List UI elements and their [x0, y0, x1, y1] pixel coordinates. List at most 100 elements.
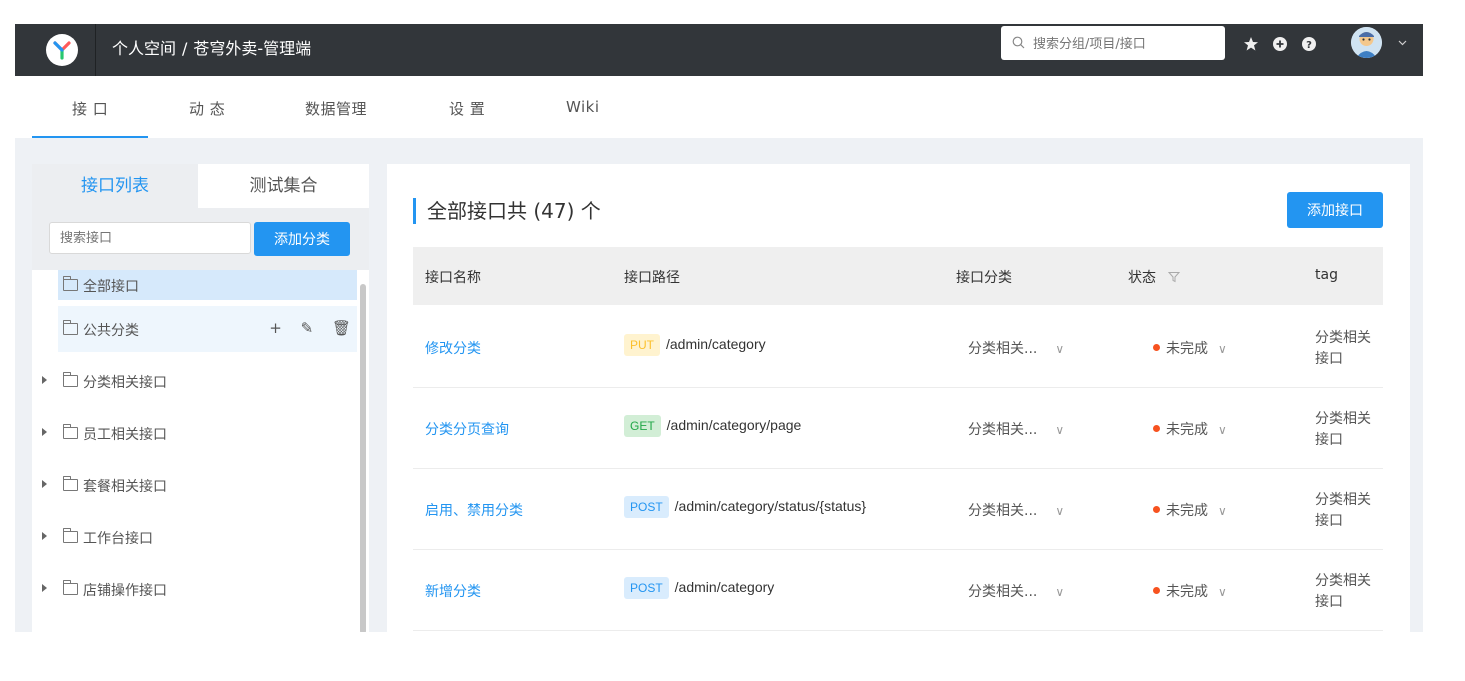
interface-path: POST/admin/category/status/{status} — [624, 496, 866, 518]
avatar[interactable] — [1351, 27, 1382, 58]
category-select[interactable]: 分类相关... ∨ — [968, 500, 1064, 520]
folder-icon — [63, 580, 78, 595]
add-icon[interactable]: + — [269, 319, 282, 337]
filter-icon[interactable] — [1168, 271, 1181, 283]
interface-name-link[interactable]: 新增分类 — [425, 581, 481, 601]
sidebar-scrollbar[interactable] — [360, 284, 366, 632]
method-badge: GET — [624, 415, 661, 437]
status-select[interactable]: 未完成 ∨ — [1153, 581, 1227, 601]
caret-right-icon[interactable] — [42, 480, 47, 488]
tab-activity[interactable]: 动 态 — [189, 98, 225, 119]
logo-icon — [53, 41, 71, 60]
page-title: 全部接口共 (47) 个 — [427, 199, 601, 223]
folder-icon — [63, 476, 78, 491]
tag-line: 分类相关 — [1315, 411, 1371, 427]
status-value: 未完成 — [1166, 584, 1208, 600]
status-dot — [1153, 587, 1160, 594]
tree-item-label: 公共分类 — [83, 323, 139, 339]
path-text: /admin/category — [666, 336, 766, 352]
tag-line: 接口 — [1315, 432, 1343, 448]
breadcrumb-project[interactable]: 苍穹外卖-管理端 — [193, 38, 311, 60]
tab-settings[interactable]: 设 置 — [449, 98, 485, 119]
breadcrumb-separator: / — [182, 39, 188, 58]
global-search[interactable] — [1001, 26, 1225, 60]
global-search-input[interactable] — [1031, 32, 1220, 56]
tag-line: 分类相关 — [1315, 573, 1371, 589]
interface-name-link[interactable]: 分类分页查询 — [425, 419, 509, 439]
column-header-tag[interactable]: tag — [1315, 267, 1338, 283]
chevron-down-icon[interactable] — [1398, 40, 1407, 46]
star-icon[interactable] — [1243, 36, 1259, 52]
add-category-button[interactable]: 添加分类 — [254, 222, 350, 256]
chevron-down-icon: ∨ — [1055, 342, 1065, 356]
caret-right-icon[interactable] — [42, 584, 47, 592]
column-header-status-label[interactable]: 状态 — [1128, 270, 1156, 286]
tab-interface-list[interactable]: 接口列表 — [32, 164, 198, 208]
edit-icon[interactable]: ✎ — [301, 319, 314, 337]
tree-item-category[interactable]: 分类相关接口 — [32, 358, 369, 404]
sidebar-tabs: 接口列表 测试集合 — [32, 164, 369, 208]
interface-path: PUT/admin/category — [624, 334, 766, 356]
column-header-status: 状态 — [1128, 267, 1181, 287]
top-header: 个人空间 / 苍穹外卖-管理端 ? — [15, 24, 1423, 76]
status-select[interactable]: 未完成 ∨ — [1153, 419, 1227, 439]
interface-path: GET/admin/category/page — [624, 415, 801, 437]
status-value: 未完成 — [1166, 341, 1208, 357]
method-badge: PUT — [624, 334, 660, 356]
table-row: 新增分类 POST/admin/category 分类相关... ∨ 未完成 ∨ 分类相关接… — [413, 549, 1383, 631]
category-select[interactable]: 分类相关... ∨ — [968, 419, 1064, 439]
category-select[interactable]: 分类相关... ∨ — [968, 338, 1064, 358]
column-header-name[interactable]: 接口名称 — [425, 267, 481, 287]
interface-name-link[interactable]: 启用、禁用分类 — [425, 500, 523, 520]
tree-item-label: 分类相关接口 — [83, 375, 167, 391]
chevron-down-icon: ∨ — [1055, 585, 1065, 599]
interface-name-link[interactable]: 修改分类 — [425, 338, 481, 358]
tree-item-setmeal[interactable]: 套餐相关接口 — [32, 462, 369, 508]
status-dot — [1153, 425, 1160, 432]
breadcrumb: 个人空间 / 苍穹外卖-管理端 — [112, 38, 311, 60]
add-interface-button[interactable]: 添加接口 — [1287, 192, 1383, 228]
tree-item-workspace[interactable]: 工作台接口 — [32, 514, 369, 560]
active-tab-indicator — [32, 136, 148, 138]
tag-line: 接口 — [1315, 351, 1343, 367]
chevron-down-icon: ∨ — [1218, 504, 1227, 518]
tree-item-label: 套餐相关接口 — [83, 479, 167, 495]
plus-circle-icon[interactable] — [1272, 36, 1288, 52]
help-icon[interactable]: ? — [1301, 36, 1317, 52]
tree-item-label: 员工相关接口 — [83, 427, 167, 443]
tag-line: 分类相关 — [1315, 492, 1371, 508]
category-select[interactable]: 分类相关... ∨ — [968, 581, 1064, 601]
path-text: /admin/category/status/{status} — [674, 498, 867, 514]
category-value: 分类相关... — [968, 422, 1038, 438]
tree-item-employee[interactable]: 员工相关接口 — [32, 410, 369, 456]
caret-right-icon[interactable] — [42, 428, 47, 436]
path-text: /admin/category/page — [666, 417, 802, 433]
tree-item-label: 工作台接口 — [83, 531, 153, 547]
project-tabs: 接 口 动 态 数据管理 设 置 Wiki — [15, 76, 1423, 138]
interface-search-input[interactable] — [49, 222, 251, 254]
chevron-down-icon: ∨ — [1218, 342, 1227, 356]
interface-list-panel: 全部接口共 (47) 个 添加接口 接口名称 接口路径 接口分类 状态 tag … — [387, 164, 1410, 632]
caret-right-icon[interactable] — [42, 532, 47, 540]
tab-interface[interactable]: 接 口 — [72, 98, 108, 119]
breadcrumb-space[interactable]: 个人空间 — [112, 38, 176, 60]
app-window: 个人空间 / 苍穹外卖-管理端 ? — [15, 24, 1423, 632]
tree-item-public[interactable]: 公共分类 + ✎ 🗑 — [58, 306, 357, 352]
column-header-path[interactable]: 接口路径 — [624, 267, 680, 287]
category-value: 分类相关... — [968, 503, 1038, 519]
table-row: 修改分类 PUT/admin/category 分类相关... ∨ 未完成 ∨ 分类相关接口 — [413, 306, 1383, 388]
caret-right-icon[interactable] — [42, 376, 47, 384]
column-header-category[interactable]: 接口分类 — [956, 267, 1012, 287]
tree-item-shop[interactable]: 店铺操作接口 — [32, 566, 369, 612]
tree-item-all-interfaces[interactable]: 全部接口 — [58, 270, 357, 300]
sidebar-search-row: 添加分类 — [32, 208, 369, 270]
tab-data-management[interactable]: 数据管理 — [305, 98, 367, 119]
tree-item-label: 店铺操作接口 — [83, 583, 167, 599]
status-select[interactable]: 未完成 ∨ — [1153, 500, 1227, 520]
delete-icon[interactable]: 🗑 — [332, 319, 351, 337]
tag-line: 分类相关 — [1315, 330, 1371, 346]
app-logo[interactable] — [46, 34, 78, 66]
tab-test-collection[interactable]: 测试集合 — [198, 164, 369, 208]
status-select[interactable]: 未完成 ∨ — [1153, 338, 1227, 358]
tab-wiki[interactable]: Wiki — [566, 98, 600, 116]
